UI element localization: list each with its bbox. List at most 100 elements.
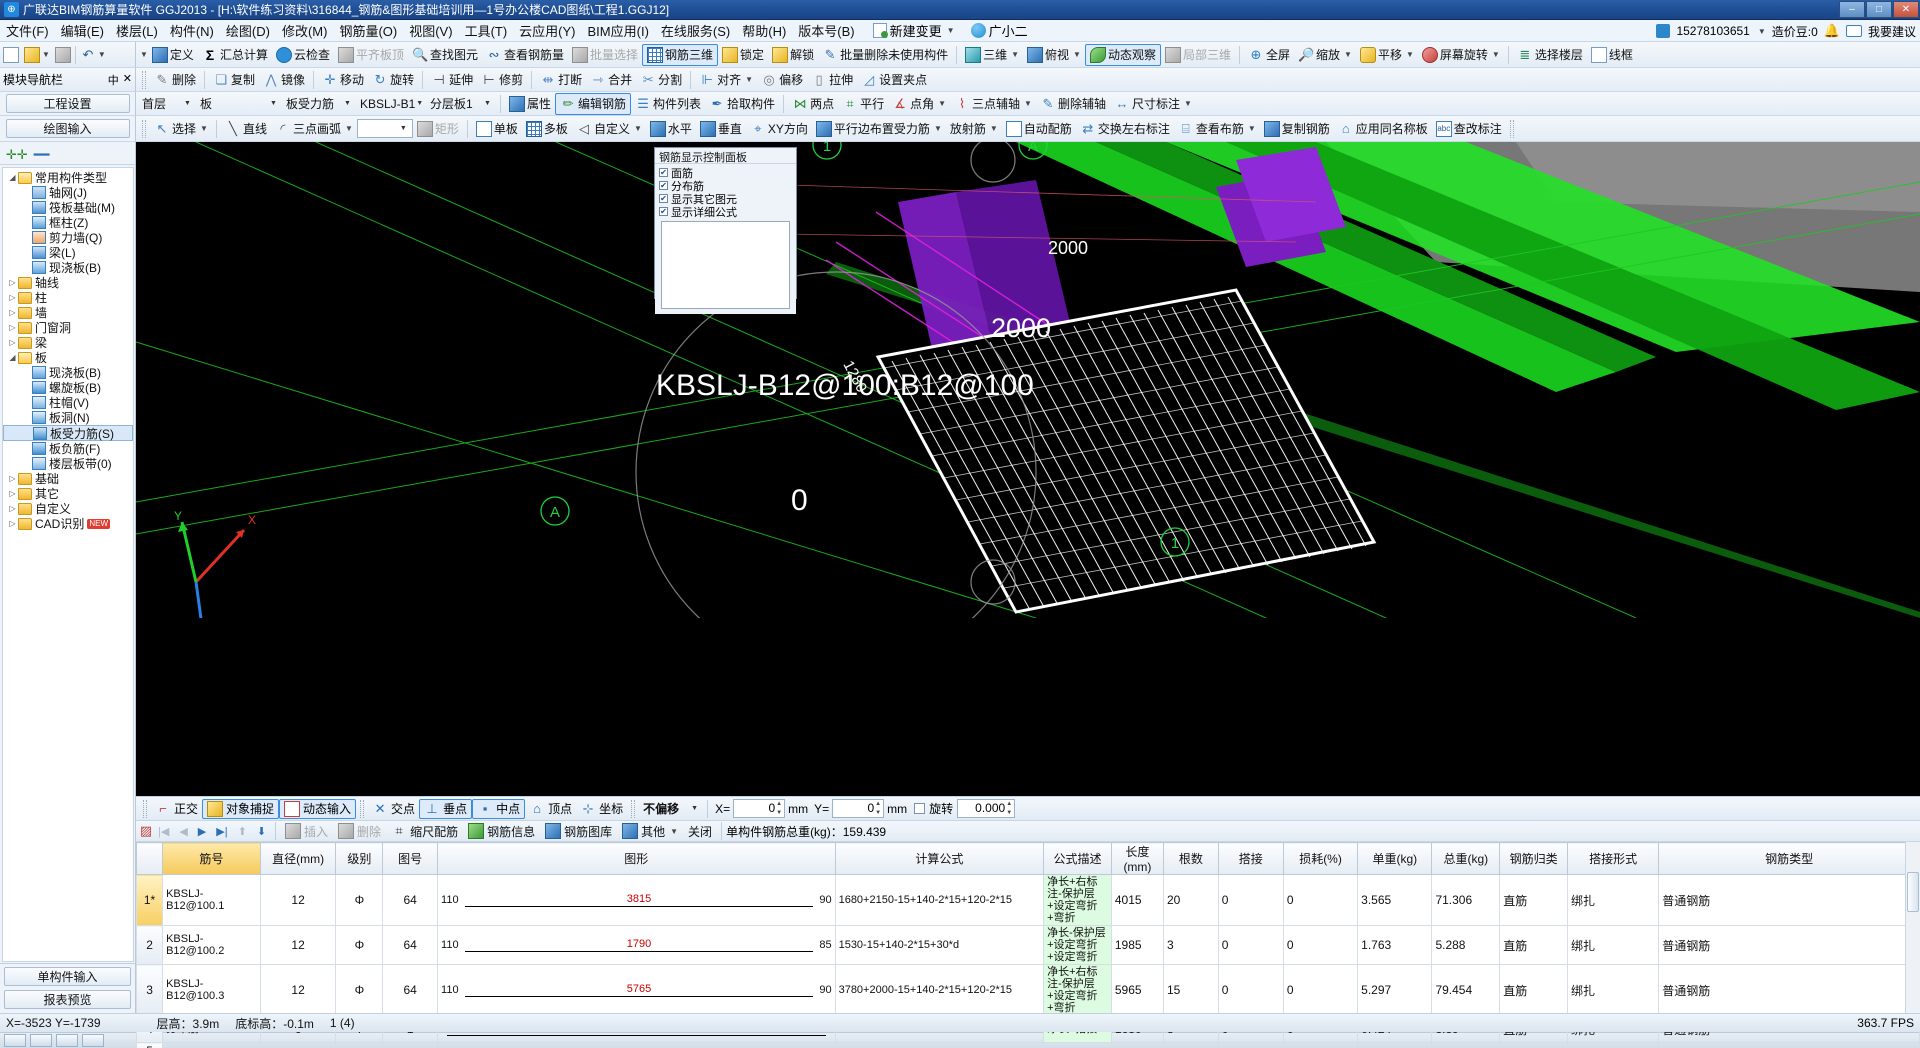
offset-mode-chevron-down-icon[interactable]: ▼ <box>688 799 701 818</box>
x-spinner[interactable]: ▲ ▼ <box>775 801 783 816</box>
tree-collapse-icon[interactable]: ◢ <box>7 173 18 182</box>
toolbar-zoom-button[interactable]: 🔎 缩放 ▼ <box>1294 44 1356 66</box>
rotate-spinner[interactable]: ▲ ▼ <box>1005 801 1013 816</box>
toolbar-screen-rotate-button[interactable]: 屏幕旋转 ▼ <box>1418 44 1504 66</box>
draw-xy-button[interactable]: ⌖ XY方向 <box>746 118 812 140</box>
cell-desc[interactable]: 净长+右标注-保护层+设定弯折+弯折 <box>1043 874 1112 926</box>
draw-horizontal-button[interactable]: 水平 <box>646 118 696 140</box>
layer-select[interactable]: 分层板1 ▼ <box>426 94 496 113</box>
pick-component-button[interactable]: ✒ 拾取构件 <box>705 93 779 115</box>
cell-loss[interactable] <box>1282 1042 1359 1048</box>
cell-tuhao[interactable]: 64 <box>382 964 439 1016</box>
suggest-label[interactable]: 我要建议 <box>1868 23 1916 40</box>
y-spinner[interactable]: ▲ ▼ <box>874 801 882 816</box>
move-up-button[interactable]: ⬆ <box>233 825 252 838</box>
cell-jinhao[interactable]: KBSLJ-B12@100.1 <box>162 874 261 926</box>
snap-vertex-button[interactable]: ⌂ 顶点 <box>525 799 576 819</box>
zoom-chevron-down-icon[interactable]: ▼ <box>1344 50 1352 59</box>
col-lap[interactable]: 搭接 <box>1217 842 1284 875</box>
tree-item-12[interactable]: ◢ 板 <box>3 350 133 365</box>
grid-close-button[interactable]: 关闭 <box>683 821 717 841</box>
toolbar-view-rebar-qty-button[interactable]: ∾ 查看钢筋量 <box>482 44 568 66</box>
draw-view-rebar-layout-button[interactable]: ⌸ 查看布筋 ▼ <box>1174 118 1260 140</box>
draw-apply-same-name-button[interactable]: ⌂ 应用同名称板 <box>1334 118 1432 140</box>
view-layout-chevron-down-icon[interactable]: ▼ <box>1248 124 1256 133</box>
tree-item-4[interactable]: 剪力墙(Q) <box>3 230 133 245</box>
tree-item-10[interactable]: ▷ 门窗洞 <box>3 320 133 335</box>
component-name-select[interactable]: KBSLJ-B1 ▼ <box>356 94 426 113</box>
toolbar-unlock-button[interactable]: 解锁 <box>768 44 818 66</box>
snap-ortho-button[interactable]: ⌐ 正交 <box>151 799 202 819</box>
bell-icon[interactable]: 🔔 <box>1824 23 1840 39</box>
cell-jinhao[interactable] <box>162 1042 261 1048</box>
row-header[interactable]: 3 <box>135 964 164 1016</box>
draw-auto-rebar-button[interactable]: 自动配筋 <box>1002 118 1076 140</box>
cell-count[interactable]: 15 <box>1163 964 1219 1016</box>
draw-parallel-edge-rebar-button[interactable]: 平行边布置受力筋 ▼ <box>812 118 946 140</box>
pan-chevron-down-icon[interactable]: ▼ <box>1406 50 1414 59</box>
three-point-chevron-down-icon[interactable]: ▼ <box>1024 99 1032 108</box>
tree-item-8[interactable]: ▷ 柱 <box>3 290 133 305</box>
leftnav-pin-icon[interactable]: 中 <box>108 72 119 88</box>
col-desc[interactable]: 公式描述 <box>1043 842 1112 875</box>
account-chevron-down-icon[interactable]: ▼ <box>1758 27 1766 36</box>
col-grade[interactable]: 级别 <box>335 842 384 875</box>
component-list-button[interactable]: ☰ 构件列表 <box>631 93 705 115</box>
cell-desc[interactable]: 净长-保护层+设定弯折+设定弯折 <box>1043 925 1112 965</box>
cell-tuhao[interactable] <box>382 1042 439 1048</box>
floor-select[interactable]: 首层 ▼ <box>138 94 196 113</box>
toolbar-wireframe-button[interactable]: 线框 <box>1587 44 1637 66</box>
tree-item-14[interactable]: 螺旋板(B) <box>3 380 133 395</box>
snap-midpoint-button[interactable]: ▪ 中点 <box>472 798 526 819</box>
component-property-button[interactable]: 属性 <box>505 93 555 115</box>
toolbar-lock-button[interactable]: 锁定 <box>718 44 768 66</box>
last-record-button[interactable]: ▶| <box>211 825 232 838</box>
rotate-checkbox[interactable] <box>914 803 926 814</box>
point-angle-chevron-down-icon[interactable]: ▼ <box>938 99 946 108</box>
layer-chevron-down-icon[interactable]: ▼ <box>481 94 494 113</box>
cell-tuhao[interactable]: 64 <box>382 874 439 926</box>
dimension-button[interactable]: ↔ 尺寸标注 ▼ <box>1110 93 1196 115</box>
modify-offset-button[interactable]: ◎ 偏移 <box>757 69 807 91</box>
grid-vertical-scrollbar[interactable] <box>1905 842 1920 1013</box>
draw-radial-rebar-button[interactable]: 放射筋 ▼ <box>946 118 1002 140</box>
draw-extra-chevron-down-icon[interactable]: ▼ <box>397 120 410 137</box>
rotate-input[interactable]: 0.000 ▲ ▼ <box>957 799 1016 818</box>
cell-diameter[interactable] <box>259 1042 337 1048</box>
component-edit-rebar-button[interactable]: ✏ 编辑钢筋 <box>555 92 632 115</box>
snap-coordinate-button[interactable]: ⊹ 坐标 <box>576 799 627 819</box>
toolbar-overflow-icon[interactable]: ▼ <box>140 50 148 59</box>
tree-item-17[interactable]: 板受力筋(S) <box>3 425 133 441</box>
align-chevron-down-icon[interactable]: ▼ <box>745 75 753 84</box>
cell-diameter[interactable]: 12 <box>259 925 337 965</box>
tree-item-2[interactable]: 筏板基础(M) <box>3 200 133 215</box>
tree-item-22[interactable]: ▷ 自定义 <box>3 501 133 516</box>
grid-scale-rebar-button[interactable]: ⌗ 缩尺配筋 <box>386 821 463 841</box>
bottom-tool-1-icon[interactable] <box>4 1034 26 1047</box>
modify-split-button[interactable]: ✂ 分割 <box>636 69 686 91</box>
tree-expand-icon[interactable]: ▷ <box>7 519 18 528</box>
toolbar-pan-button[interactable]: 平移 ▼ <box>1356 44 1418 66</box>
screen-rotate-chevron-down-icon[interactable]: ▼ <box>1492 50 1500 59</box>
select-chevron-down-icon[interactable]: ▼ <box>200 124 208 133</box>
modify-break-button[interactable]: ⇹ 打断 <box>536 69 586 91</box>
axis-two-point-button[interactable]: ⋈ 两点 <box>788 93 838 115</box>
expand-all-icon[interactable]: ✛✛ <box>6 147 28 163</box>
modify-mirror-button[interactable]: ⋀ 镜像 <box>259 69 309 91</box>
3d-chevron-down-icon[interactable]: ▼ <box>1011 50 1019 59</box>
tree-item-21[interactable]: ▷ 其它 <box>3 486 133 501</box>
modify-copy-button[interactable]: ❏ 复制 <box>209 69 259 91</box>
new-change-button[interactable]: 新建变更 ▼ <box>869 21 959 40</box>
col-rebar-type[interactable]: 钢筋类型 <box>1658 842 1920 875</box>
cell-lap[interactable] <box>1217 1042 1284 1048</box>
cell-grade[interactable]: Φ <box>335 964 384 1016</box>
menu-item-modify[interactable]: 修改(M) <box>276 19 334 42</box>
modify-rotate-button[interactable]: ↻ 旋转 <box>368 69 418 91</box>
cell-shape[interactable]: 110 3815 90 <box>437 874 836 926</box>
row-header[interactable]: 2 <box>135 925 164 965</box>
menu-item-cloud-app[interactable]: 云应用(Y) <box>513 19 581 42</box>
tree-expand-icon[interactable]: ▷ <box>7 489 18 498</box>
user-nick-area[interactable]: 广小二 <box>967 21 1032 40</box>
cell-total-weight[interactable]: 79.454 <box>1431 964 1501 1016</box>
offset-mode-select[interactable]: 不偏移 ▼ <box>639 799 703 818</box>
